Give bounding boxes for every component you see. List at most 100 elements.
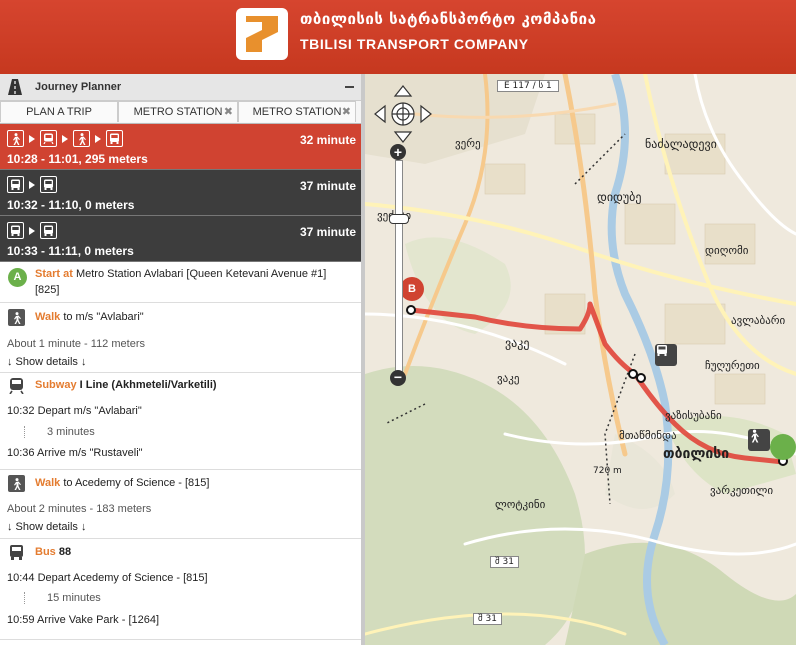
zoom-out-button[interactable]: − <box>390 370 406 386</box>
metro-icon <box>9 378 24 394</box>
bus-icon <box>106 130 123 147</box>
step-meta: About 1 minute - 112 meters <box>7 338 145 350</box>
step-duration: 15 minutes <box>24 592 101 604</box>
pan-right-icon <box>420 104 432 124</box>
panel-header: Journey Planner <box>0 74 361 101</box>
bus-icon <box>657 345 667 356</box>
minimize-button[interactable] <box>345 86 354 88</box>
bus-icon <box>40 176 57 193</box>
step-mode: Subway <box>35 379 77 391</box>
route-option-2[interactable]: 37 minute 10:32 - 11:10, 0 meters <box>0 170 361 216</box>
subway-line-name: I Line (Akhmeteli/Varketili) <box>79 379 217 391</box>
itinerary-subway-step: Subway I Line (Akhmeteli/Varketili) 10:3… <box>0 373 361 470</box>
route-duration: 37 minute <box>299 179 356 193</box>
itinerary-walk-step: Walk to Acedemy of Science - [815] About… <box>0 470 361 539</box>
close-tab-icon[interactable]: ✖ <box>224 102 233 123</box>
pan-down-icon <box>393 131 413 143</box>
step-mode: Walk <box>35 477 61 489</box>
walk-stop-marker[interactable] <box>748 429 770 451</box>
arrow-right-icon <box>29 226 35 235</box>
step-meta: About 2 minutes - 183 meters <box>7 503 152 515</box>
route-times: 10:33 - 11:11, 0 meters <box>7 244 134 258</box>
step-target: to Acedemy of Science - [815] <box>63 477 210 489</box>
route-map[interactable]: E 117 / ს 1 შ 31 შ 31 ვაკე ვერე დიდუბე ნ… <box>365 74 796 645</box>
bus-icon <box>10 545 23 560</box>
zoom-slider-handle[interactable] <box>389 214 409 224</box>
tab-plan-a-trip[interactable]: PLAN A TRIP <box>0 101 118 122</box>
show-details-link[interactable]: ↓ Show details ↓ <box>7 356 86 368</box>
arrow-right-icon <box>29 134 35 143</box>
road-icon <box>8 79 22 95</box>
route-mode-icons <box>7 176 57 193</box>
step-arrive: 10:36 Arrive m/s "Rustaveli" <box>7 447 143 459</box>
map-label: დიღომი <box>705 244 749 257</box>
bus-icon <box>7 176 24 193</box>
bus-icon <box>7 222 24 239</box>
close-tab-icon[interactable]: ✖ <box>342 102 351 123</box>
brand-name-english: TBILISI TRANSPORT COMPANY <box>300 36 529 52</box>
tab-metro-station-1[interactable]: METRO STATION ✖ <box>118 101 238 122</box>
walk-icon <box>751 429 759 443</box>
step-arrive: 10:59 Arrive Vake Park - [1264] <box>7 614 160 626</box>
walk-icon <box>73 130 90 147</box>
map-label: დიდუბე <box>597 190 642 204</box>
route-duration: 37 minute <box>299 225 356 239</box>
start-marker-a[interactable] <box>770 434 796 460</box>
road-badge: E 117 / ს 1 <box>497 80 559 92</box>
route-mode-icons <box>7 130 123 147</box>
arrow-right-icon <box>29 180 35 189</box>
elevation-label: 720 m <box>593 466 622 476</box>
bus-stop-marker[interactable] <box>655 344 677 366</box>
panel-title: Journey Planner <box>35 81 122 93</box>
tbilisi-transport-logo[interactable] <box>236 8 288 60</box>
route-option-1[interactable]: 32 minute 10:28 - 11:01, 295 meters <box>0 124 361 170</box>
map-label: თბილისი <box>663 446 730 462</box>
route-mode-icons <box>7 222 57 239</box>
arrow-right-icon <box>95 134 101 143</box>
start-marker-badge: A <box>8 268 27 287</box>
tab-label: PLAN A TRIP <box>26 106 92 118</box>
map-pan-control[interactable] <box>373 84 433 144</box>
map-label: ვაკე <box>505 336 530 350</box>
route-times: 10:32 - 11:10, 0 meters <box>7 198 135 212</box>
tab-label: METRO STATION <box>252 106 342 118</box>
map-label: მთაწმინდა <box>619 429 677 442</box>
map-label: ვარკეთილი <box>710 484 774 497</box>
bus-number: 88 <box>58 546 72 558</box>
start-stop-code: [825] <box>35 284 60 296</box>
zoom-slider-track[interactable] <box>395 160 403 372</box>
start-label: Start at <box>35 268 73 280</box>
step-mode: Walk <box>35 311 61 323</box>
road-badge: შ 31 <box>473 613 502 625</box>
map-label: ჩუღურეთი <box>705 359 760 372</box>
road-badge: შ 31 <box>490 556 519 568</box>
tab-label: METRO STATION <box>133 106 223 118</box>
destination-marker-b[interactable]: B <box>400 277 424 301</box>
step-target: to m/s "Avlabari" <box>63 311 144 323</box>
map-label: ვერე <box>455 137 481 150</box>
walk-icon <box>8 475 25 492</box>
map-label: ვაკე <box>497 372 520 385</box>
zoom-in-button[interactable]: + <box>390 144 406 160</box>
bus-icon <box>40 222 57 239</box>
metro-icon <box>40 130 57 147</box>
arrow-right-icon <box>62 134 68 143</box>
route-duration: 32 minute <box>299 133 356 147</box>
tab-metro-station-2[interactable]: METRO STATION ✖ <box>238 101 356 122</box>
show-details-link[interactable]: ↓ Show details ↓ <box>7 521 86 533</box>
pan-left-icon <box>374 104 386 124</box>
panel-tabs: PLAN A TRIP METRO STATION ✖ METRO STATION… <box>0 101 361 124</box>
map-label: ვაზისუბანი <box>665 409 722 422</box>
walk-icon <box>7 130 24 147</box>
map-label: ავლაბარი <box>731 314 786 327</box>
map-label: ლოტკინი <box>495 498 546 511</box>
marker-label: B <box>408 283 416 295</box>
journey-planner-panel: Journey Planner PLAN A TRIP METRO STATIO… <box>0 74 365 645</box>
site-header: თბილისის სატრანსპორტო კომპანია TBILISI T… <box>0 0 796 74</box>
step-depart: 10:32 Depart m/s "Avlabari" <box>7 405 142 417</box>
itinerary-start: A Start at Metro Station Avlabari [Queen… <box>0 262 361 303</box>
route-option-3[interactable]: 37 minute 10:33 - 11:11, 0 meters <box>0 216 361 262</box>
walk-icon <box>8 309 25 326</box>
pan-up-icon <box>393 85 413 97</box>
itinerary-walk-step: Walk to m/s "Avlabari" About 1 minute - … <box>0 303 361 373</box>
